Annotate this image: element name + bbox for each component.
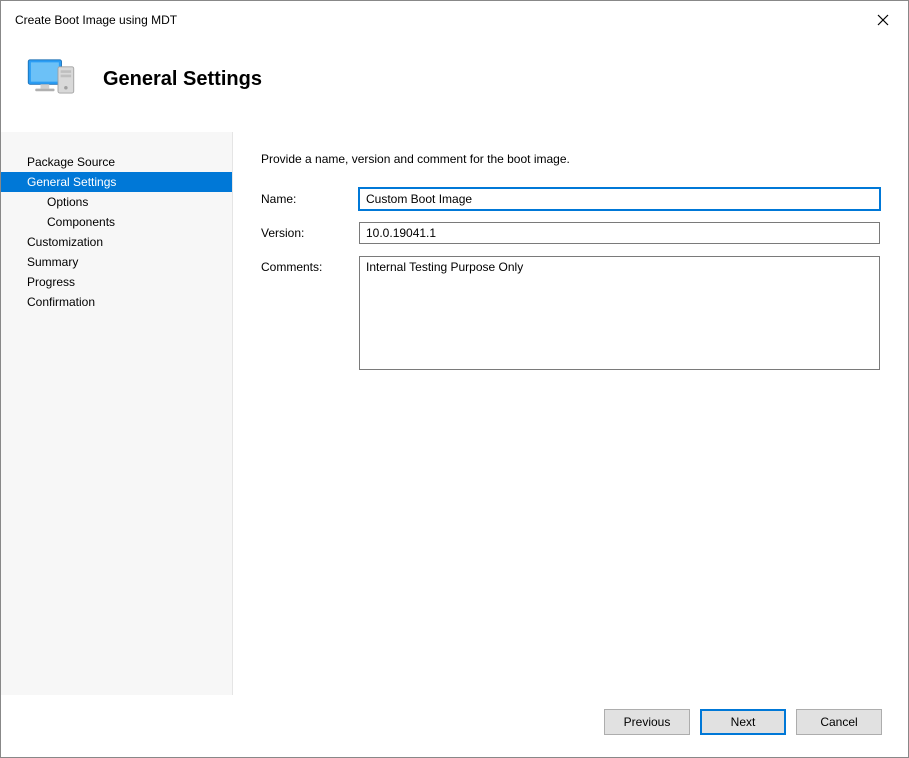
wizard-sidebar: Package SourceGeneral SettingsOptionsCom… [1,132,233,695]
close-button[interactable] [868,8,898,32]
comments-textarea[interactable] [359,256,880,370]
page-title: General Settings [103,68,262,91]
form-row-comments: Comments: [261,256,880,370]
version-label: Version: [261,222,359,240]
next-button[interactable]: Next [700,709,786,735]
sidebar-item-progress[interactable]: Progress [1,272,232,292]
name-label: Name: [261,188,359,206]
instruction-text: Provide a name, version and comment for … [261,152,880,166]
content-area: Package SourceGeneral SettingsOptionsCom… [1,131,908,695]
sidebar-item-summary[interactable]: Summary [1,252,232,272]
boot-image-icon [23,51,79,107]
name-input[interactable] [359,188,880,210]
header-section: General Settings [1,35,908,131]
titlebar: Create Boot Image using MDT [1,1,908,35]
version-input[interactable] [359,222,880,244]
wizard-dialog: Create Boot Image using MDT General Sett… [0,0,909,758]
button-bar: Previous Next Cancel [1,695,908,757]
cancel-button[interactable]: Cancel [796,709,882,735]
sidebar-item-package-source[interactable]: Package Source [1,152,232,172]
close-icon [877,14,889,26]
form-row-name: Name: [261,188,880,210]
previous-button[interactable]: Previous [604,709,690,735]
sidebar-item-customization[interactable]: Customization [1,232,232,252]
sidebar-item-options[interactable]: Options [1,192,232,212]
comments-label: Comments: [261,256,359,274]
sidebar-item-components[interactable]: Components [1,212,232,232]
form-row-version: Version: [261,222,880,244]
window-title: Create Boot Image using MDT [15,13,177,27]
sidebar-item-confirmation[interactable]: Confirmation [1,292,232,312]
main-panel: Provide a name, version and comment for … [233,132,908,695]
sidebar-item-general-settings[interactable]: General Settings [1,172,232,192]
